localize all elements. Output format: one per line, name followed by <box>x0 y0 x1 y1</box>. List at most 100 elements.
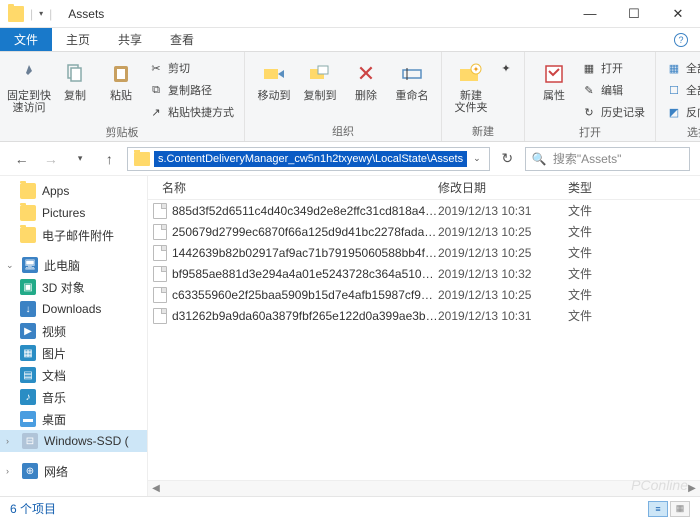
file-row[interactable]: 885d3f52d6511c4d40c349d2e8e2ffc31cd818a4… <box>148 200 700 221</box>
group-organize-label: 组织 <box>253 121 433 139</box>
up-button[interactable]: ↑ <box>98 147 121 171</box>
help-icon[interactable]: ? <box>674 33 688 47</box>
sidebar-item-videos[interactable]: ▶视频 <box>0 320 147 342</box>
file-row[interactable]: 1442639b82b02917af9ac71b79195060588bb4fa… <box>148 242 700 263</box>
column-name[interactable]: 名称 <box>148 179 438 196</box>
sidebar-item-apps[interactable]: Apps <box>0 180 147 202</box>
navigation-pane[interactable]: Apps Pictures 电子邮件附件 ⌄🖥此电脑 ▣3D 对象 ↓Downl… <box>0 176 148 496</box>
minimize-button[interactable]: — <box>568 0 612 28</box>
folder-icon <box>134 152 150 166</box>
sidebar-item-mail[interactable]: 电子邮件附件 <box>0 224 147 246</box>
status-bar: 6 个项目 ≡ ▦ <box>0 496 700 520</box>
sidebar-item-images[interactable]: ▦图片 <box>0 342 147 364</box>
horizontal-scrollbar[interactable]: ◀▶ <box>148 480 700 496</box>
separator: | <box>49 7 52 21</box>
address-row: ← → ▾ ↑ s.ContentDeliveryManager_cw5n1h2… <box>0 142 700 176</box>
tab-home[interactable]: 主页 <box>52 28 104 51</box>
recent-locations-button[interactable]: ▾ <box>69 147 92 171</box>
paste-shortcut-button[interactable]: ↗粘贴快捷方式 <box>146 102 236 122</box>
file-row[interactable]: c63355960e2f25baa5909b15d7e4afb15987cf96… <box>148 284 700 305</box>
sidebar-item-docs[interactable]: ▤文档 <box>0 364 147 386</box>
address-dropdown[interactable]: ⌄ <box>467 153 487 164</box>
delete-icon: ✕ <box>352 60 380 88</box>
sidebar-item-thispc[interactable]: ⌄🖥此电脑 <box>0 254 147 276</box>
cut-button[interactable]: ✂剪切 <box>146 58 236 78</box>
new-item-button[interactable]: ✦ <box>496 58 516 78</box>
shortcut-icon: ↗ <box>148 104 164 120</box>
address-path[interactable]: s.ContentDeliveryManager_cw5n1h2txyewy\L… <box>154 151 467 167</box>
group-select-label: 选择 <box>664 122 700 140</box>
qat-dropdown[interactable]: ▾ <box>39 9 43 18</box>
maximize-button[interactable]: ☐ <box>612 0 656 28</box>
tab-share[interactable]: 共享 <box>104 28 156 51</box>
chevron-right-icon[interactable]: › <box>6 466 16 476</box>
sidebar-item-network[interactable]: ›⊕网络 <box>0 460 147 482</box>
file-list-pane: 名称 修改日期 类型 885d3f52d6511c4d40c349d2e8e2f… <box>148 176 700 496</box>
close-button[interactable]: ✕ <box>656 0 700 28</box>
sidebar-item-pictures[interactable]: Pictures <box>0 202 147 224</box>
address-bar[interactable]: s.ContentDeliveryManager_cw5n1h2txyewy\L… <box>127 147 490 171</box>
select-none-button[interactable]: ☐全部取消 <box>664 80 700 100</box>
group-open-label: 打开 <box>533 122 647 140</box>
search-box[interactable]: 🔍 搜索"Assets" <box>525 147 690 171</box>
invert-selection-button[interactable]: ◩反向选择 <box>664 102 700 122</box>
file-name: 250679d2799ec6870f66a125d9d41bc2278fada0… <box>172 225 438 239</box>
folder-icon <box>20 183 36 199</box>
properties-button[interactable]: 属性 <box>533 56 575 102</box>
image-icon: ▦ <box>20 345 36 361</box>
file-name: 1442639b82b02917af9ac71b79195060588bb4fa… <box>172 246 438 260</box>
file-icon <box>153 224 167 240</box>
refresh-button[interactable]: ↻ <box>496 147 519 171</box>
tab-view[interactable]: 查看 <box>156 28 208 51</box>
chevron-down-icon[interactable]: ⌄ <box>6 260 16 271</box>
select-all-button[interactable]: ▦全部选择 <box>664 58 700 78</box>
edit-button[interactable]: ✎编辑 <box>579 80 647 100</box>
sidebar-item-music[interactable]: ♪音乐 <box>0 386 147 408</box>
sidebar-item-ssd[interactable]: ›⊟Windows-SSD ( <box>0 430 147 452</box>
rename-button[interactable]: 重命名 <box>391 56 433 102</box>
paste-button[interactable]: 粘贴 <box>100 56 142 102</box>
column-date[interactable]: 修改日期 <box>438 179 568 196</box>
forward-button[interactable]: → <box>39 147 62 171</box>
pin-to-quick-access-button[interactable]: 固定到快 速访问 <box>8 56 50 114</box>
new-folder-button[interactable]: ✦新建 文件夹 <box>450 56 492 114</box>
ribbon-tabs: 文件 主页 共享 查看 ? <box>0 28 700 52</box>
sidebar-item-3d[interactable]: ▣3D 对象 <box>0 276 147 298</box>
file-date: 2019/12/13 10:25 <box>438 225 568 239</box>
tab-file[interactable]: 文件 <box>0 28 52 51</box>
file-row[interactable]: bf9585ae881d3e294a4a01e5243728c364a510d3… <box>148 263 700 284</box>
delete-button[interactable]: ✕删除 <box>345 56 387 102</box>
paste-icon <box>107 60 135 88</box>
icons-view-button[interactable]: ▦ <box>670 501 690 517</box>
network-icon: ⊕ <box>22 463 38 479</box>
history-button[interactable]: ↻历史记录 <box>579 102 647 122</box>
file-list[interactable]: 885d3f52d6511c4d40c349d2e8e2ffc31cd818a4… <box>148 200 700 480</box>
chevron-right-icon[interactable]: › <box>6 436 16 446</box>
file-row[interactable]: d31262b9a9da60a3879fbf265e122d0a399ae3b6… <box>148 305 700 326</box>
invert-icon: ◩ <box>666 104 682 120</box>
copy-button[interactable]: 复制 <box>54 56 96 102</box>
column-type[interactable]: 类型 <box>568 179 700 196</box>
history-icon: ↻ <box>581 104 597 120</box>
sidebar-item-desktop[interactable]: ▬桌面 <box>0 408 147 430</box>
file-date: 2019/12/13 10:25 <box>438 288 568 302</box>
file-date: 2019/12/13 10:25 <box>438 246 568 260</box>
copy-path-button[interactable]: ⧉复制路径 <box>146 80 236 100</box>
details-view-button[interactable]: ≡ <box>648 501 668 517</box>
titlebar: | ▾ | Assets — ☐ ✕ <box>0 0 700 28</box>
sidebar-item-downloads[interactable]: ↓Downloads <box>0 298 147 320</box>
open-button[interactable]: ▦打开 <box>579 58 647 78</box>
back-button[interactable]: ← <box>10 147 33 171</box>
video-icon: ▶ <box>20 323 36 339</box>
copy-to-button[interactable]: 复制到 <box>299 56 341 102</box>
folder-icon <box>20 227 36 243</box>
file-type: 文件 <box>568 286 700 303</box>
music-icon: ♪ <box>20 389 36 405</box>
file-date: 2019/12/13 10:32 <box>438 267 568 281</box>
3d-icon: ▣ <box>20 279 36 295</box>
open-icon: ▦ <box>581 60 597 76</box>
move-to-button[interactable]: 移动到 <box>253 56 295 102</box>
search-placeholder: 搜索"Assets" <box>553 150 622 167</box>
file-name: 885d3f52d6511c4d40c349d2e8e2ffc31cd818a4… <box>172 204 438 218</box>
file-row[interactable]: 250679d2799ec6870f66a125d9d41bc2278fada0… <box>148 221 700 242</box>
